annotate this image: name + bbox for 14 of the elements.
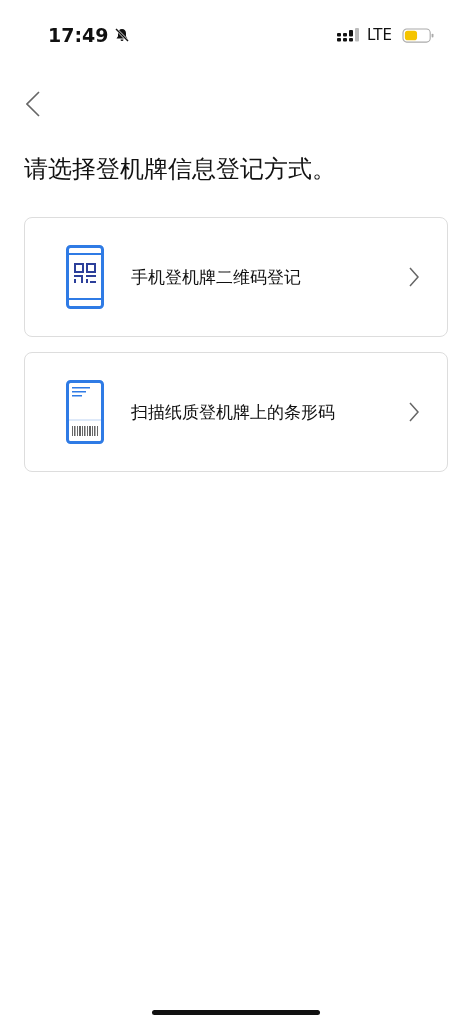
status-time: 17:49 <box>48 24 109 46</box>
network-label: LTE <box>367 26 392 44</box>
page-title: 请选择登机牌信息登记方式。 <box>24 154 337 185</box>
battery-icon <box>402 27 434 43</box>
back-button[interactable] <box>26 91 40 117</box>
chevron-right-icon <box>409 402 419 422</box>
option-card[interactable]: 手机登机牌二维码登记 <box>24 217 448 337</box>
phone-qr-icon <box>66 245 104 309</box>
signal-icon <box>337 28 362 42</box>
option-card[interactable]: 扫描纸质登机牌上的条形码 <box>24 352 448 472</box>
boarding-pass-icon <box>66 380 104 444</box>
muted-bell-icon <box>114 27 131 43</box>
chevron-right-icon <box>409 267 419 287</box>
back-icon <box>26 91 40 117</box>
